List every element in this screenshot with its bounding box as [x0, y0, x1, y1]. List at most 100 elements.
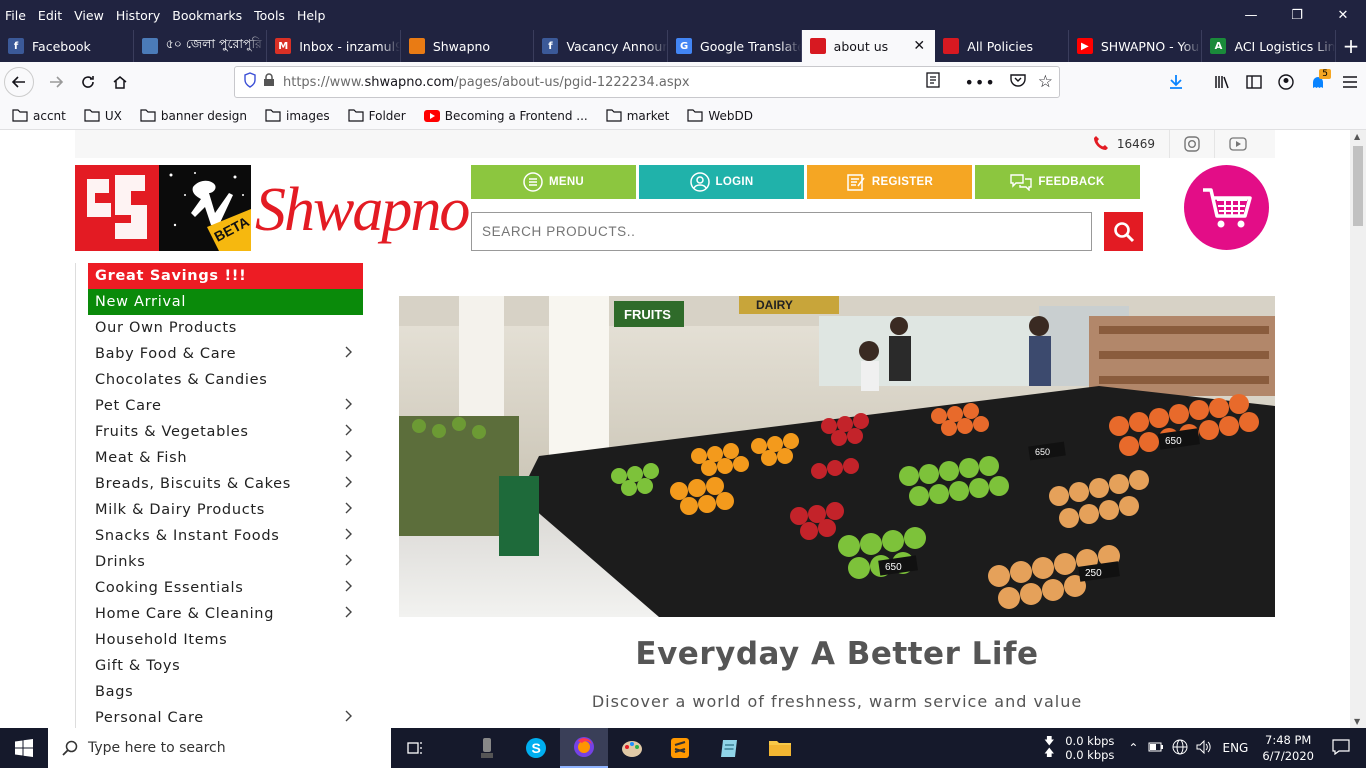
- file-explorer-icon[interactable]: [756, 728, 804, 768]
- taskbar-search-box[interactable]: Type here to search: [48, 728, 391, 768]
- notifications-icon[interactable]: [1332, 738, 1350, 758]
- instagram-icon[interactable]: [1169, 130, 1214, 158]
- browser-tab[interactable]: about us ✕: [801, 30, 936, 62]
- page-scrollbar[interactable]: ▲ ▼: [1350, 130, 1366, 728]
- search-button[interactable]: [1104, 212, 1143, 251]
- category-item[interactable]: Gift & Toys: [88, 653, 363, 679]
- bookmark-item[interactable]: WebDD: [681, 109, 759, 123]
- bookmark-star-icon[interactable]: ☆: [1038, 72, 1053, 92]
- category-item[interactable]: Household Items: [88, 627, 363, 653]
- register-button[interactable]: REGISTER: [807, 165, 972, 199]
- category-item[interactable]: Personal Care: [88, 705, 363, 728]
- browser-tab[interactable]: ৫০ জেলা পুরোপুরি ল: [134, 30, 268, 62]
- lock-icon[interactable]: [263, 73, 275, 91]
- menu-tools[interactable]: Tools: [248, 8, 291, 23]
- category-item[interactable]: New Arrival: [88, 289, 363, 315]
- reload-icon[interactable]: [72, 66, 104, 98]
- home-icon[interactable]: [104, 66, 136, 98]
- sublime-text-icon[interactable]: [656, 728, 704, 768]
- bookmark-item[interactable]: Folder: [342, 109, 412, 123]
- chevron-up-icon[interactable]: ⌃: [1128, 741, 1138, 755]
- menu-help[interactable]: Help: [291, 8, 332, 23]
- firefox-icon[interactable]: [560, 728, 608, 768]
- maximize-icon[interactable]: ❐: [1274, 0, 1320, 30]
- hotline[interactable]: 16469: [1079, 130, 1169, 158]
- browser-tab[interactable]: All Policies: [935, 30, 1069, 62]
- login-button[interactable]: LOGIN: [639, 165, 804, 199]
- category-item[interactable]: Fruits & Vegetables: [88, 419, 363, 445]
- category-item[interactable]: Bags: [88, 679, 363, 705]
- forward-icon[interactable]: [40, 66, 72, 98]
- skype-icon[interactable]: S: [512, 728, 560, 768]
- browser-tab[interactable]: G Google Translate: [668, 30, 802, 62]
- bookmark-item[interactable]: banner design: [134, 109, 253, 123]
- chevron-right-icon[interactable]: [345, 606, 353, 622]
- sidebar-toggle-icon[interactable]: [1238, 66, 1270, 98]
- product-search-input[interactable]: [471, 212, 1092, 251]
- account-icon[interactable]: [1270, 66, 1302, 98]
- pocket-icon[interactable]: [1010, 73, 1026, 91]
- category-item[interactable]: Meat & Fish: [88, 445, 363, 471]
- category-item[interactable]: Snacks & Instant Foods: [88, 523, 363, 549]
- minimize-icon[interactable]: —: [1228, 0, 1274, 30]
- reader-view-icon[interactable]: [926, 72, 941, 92]
- chevron-right-icon[interactable]: [345, 710, 353, 726]
- bookmark-item[interactable]: accnt: [6, 109, 72, 123]
- back-icon[interactable]: [4, 67, 34, 97]
- chevron-right-icon[interactable]: [345, 502, 353, 518]
- input-language[interactable]: ENG: [1222, 741, 1248, 755]
- chevron-right-icon[interactable]: [345, 450, 353, 466]
- browser-tab[interactable]: M Inbox - inzamul9: [267, 30, 401, 62]
- clock[interactable]: 7:48 PM 6/7/2020: [1262, 732, 1314, 764]
- bookmark-item[interactable]: market: [600, 109, 676, 123]
- category-item[interactable]: Great Savings !!!: [88, 263, 363, 289]
- scroll-down-icon[interactable]: ▼: [1354, 717, 1360, 726]
- downloads-icon[interactable]: [1160, 66, 1192, 98]
- category-item[interactable]: Drinks: [88, 549, 363, 575]
- scroll-up-icon[interactable]: ▲: [1354, 132, 1360, 141]
- menu-file[interactable]: File: [0, 8, 32, 23]
- task-view-icon[interactable]: [392, 728, 440, 768]
- feedback-button[interactable]: FEEDBACK: [975, 165, 1140, 199]
- hamburger-menu-icon[interactable]: [1334, 66, 1366, 98]
- windows-start-icon[interactable]: [0, 728, 48, 768]
- url-bar[interactable]: https://www.shwapno.com/pages/about-us/p…: [234, 66, 1060, 98]
- extension-icon[interactable]: 5: [1302, 66, 1334, 98]
- chevron-right-icon[interactable]: [345, 528, 353, 544]
- chevron-right-icon[interactable]: [345, 580, 353, 596]
- chevron-right-icon[interactable]: [345, 398, 353, 414]
- bookmark-item[interactable]: Becoming a Frontend ...: [418, 109, 594, 123]
- paint-icon[interactable]: [608, 728, 656, 768]
- category-item[interactable]: Breads, Biscuits & Cakes: [88, 471, 363, 497]
- shwapno-logo[interactable]: BETA Shwapno: [75, 165, 470, 251]
- cart-button[interactable]: [1184, 165, 1269, 250]
- menu-edit[interactable]: Edit: [32, 8, 68, 23]
- menu-view[interactable]: View: [68, 8, 110, 23]
- menu-history[interactable]: History: [110, 8, 166, 23]
- notes-app-icon[interactable]: [706, 728, 754, 768]
- chevron-right-icon[interactable]: [345, 424, 353, 440]
- browser-tab[interactable]: A ACI Logistics Lim: [1202, 30, 1337, 62]
- menu-bookmarks[interactable]: Bookmarks: [166, 8, 248, 23]
- youtube-icon[interactable]: [1214, 130, 1275, 158]
- category-item[interactable]: Our Own Products: [88, 315, 363, 341]
- category-item[interactable]: Baby Food & Care: [88, 341, 363, 367]
- chevron-right-icon[interactable]: [345, 346, 353, 362]
- globe-network-icon[interactable]: [1172, 739, 1188, 758]
- category-item[interactable]: Milk & Dairy Products: [88, 497, 363, 523]
- new-tab-icon[interactable]: +: [1336, 30, 1366, 62]
- category-item[interactable]: Home Care & Cleaning: [88, 601, 363, 627]
- page-actions-icon[interactable]: •••: [964, 73, 995, 92]
- browser-tab[interactable]: f Facebook: [0, 30, 134, 62]
- category-item[interactable]: Chocolates & Candies: [88, 367, 363, 393]
- menu-button[interactable]: MENU: [471, 165, 636, 199]
- volume-icon[interactable]: [1196, 739, 1212, 757]
- bookmark-item[interactable]: UX: [78, 109, 128, 123]
- battery-icon[interactable]: [1148, 741, 1164, 755]
- tab-close-icon[interactable]: ✕: [909, 38, 929, 54]
- chevron-right-icon[interactable]: [345, 554, 353, 570]
- browser-tab[interactable]: ▶ SHWAPNO - You: [1069, 30, 1203, 62]
- browser-tab[interactable]: Shwapno: [401, 30, 535, 62]
- library-icon[interactable]: [1206, 66, 1238, 98]
- scrollbar-thumb[interactable]: [1353, 146, 1363, 226]
